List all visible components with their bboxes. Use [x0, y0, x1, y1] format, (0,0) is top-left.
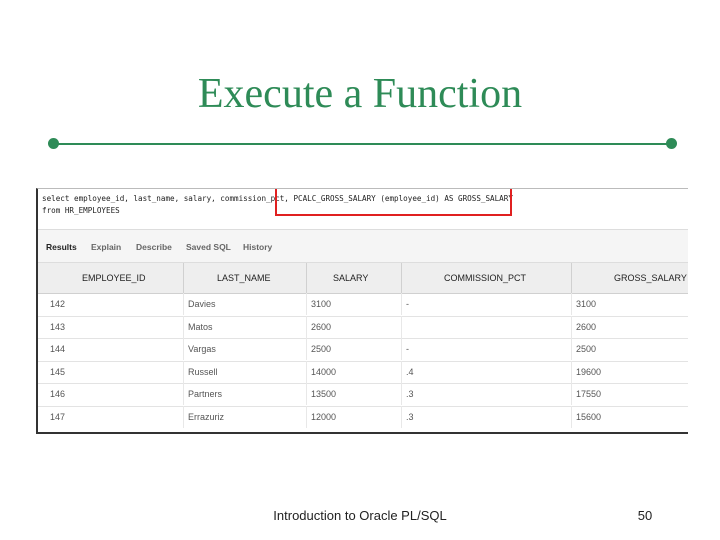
slide-page-number: 50 [637, 508, 653, 523]
cell-employee-id: 142 [50, 299, 66, 309]
cell-employee-id: 146 [50, 389, 66, 399]
table-row[interactable]: 145 Russell 14000 .4 19600 [38, 360, 688, 384]
cell-gross-salary: 2500 [571, 338, 688, 360]
cell-salary: 3100 [306, 293, 401, 315]
cell-commission-pct: .3 [401, 405, 571, 428]
cell-last-name: Partners [183, 383, 306, 405]
title-divider [54, 143, 672, 145]
tab-explain[interactable]: Explain [91, 242, 121, 252]
table-row[interactable]: 143 Matos 2600 2600 [38, 315, 688, 339]
function-call-highlight [275, 189, 512, 216]
table-row[interactable]: 142 Davies 3100 - 3100 [38, 293, 688, 317]
tab-describe[interactable]: Describe [136, 242, 172, 252]
cell-salary: 2600 [306, 315, 401, 338]
cell-last-name: Davies [183, 293, 306, 315]
cell-commission-pct: - [401, 293, 571, 315]
cell-employee-id: 144 [50, 344, 66, 354]
column-header-salary[interactable]: SALARY [306, 263, 401, 293]
results-grid-header: EMPLOYEE_ID LAST_NAME SALARY COMMISSION_… [38, 263, 688, 294]
column-header-gross-salary[interactable]: GROSS_SALARY [571, 263, 688, 293]
column-header-last-name[interactable]: LAST_NAME [183, 263, 306, 293]
cell-employee-id: 143 [50, 321, 66, 332]
cell-gross-salary: 3100 [571, 293, 688, 315]
column-header-employee-id[interactable]: EMPLOYEE_ID [38, 263, 183, 293]
table-row[interactable]: 147 Errazuriz 12000 .3 15600 [38, 405, 688, 429]
cell-employee-id: 147 [50, 411, 66, 422]
cell-gross-salary: 17550 [571, 383, 688, 405]
cell-salary: 12000 [306, 405, 401, 428]
cell-gross-salary: 15600 [571, 405, 688, 428]
cell-salary: 14000 [306, 360, 401, 383]
sql-workshop-screenshot: select employee_id, last_name, salary, c… [36, 188, 688, 434]
cell-salary: 13500 [306, 383, 401, 405]
cell-last-name: Vargas [183, 338, 306, 360]
divider-left-dot [48, 138, 59, 149]
cell-employee-id: 145 [50, 366, 66, 377]
cell-commission-pct: - [401, 338, 571, 360]
cell-gross-salary: 2600 [571, 315, 688, 338]
cell-commission-pct: .3 [401, 383, 571, 405]
tab-history[interactable]: History [243, 242, 272, 252]
tab-results[interactable]: Results [46, 242, 77, 252]
cell-gross-salary: 19600 [571, 360, 688, 383]
tab-saved-sql[interactable]: Saved SQL [186, 242, 231, 252]
cell-last-name: Matos [183, 315, 306, 338]
table-row[interactable]: 146 Partners 13500 .3 17550 [38, 383, 688, 407]
cell-last-name: Russell [183, 360, 306, 383]
column-header-commission-pct[interactable]: COMMISSION_PCT [401, 263, 571, 293]
divider-right-dot [666, 138, 677, 149]
cell-last-name: Errazuriz [183, 405, 306, 428]
cell-salary: 2500 [306, 338, 401, 360]
table-row[interactable]: 144 Vargas 2500 - 2500 [38, 338, 688, 362]
cell-commission-pct: .4 [401, 360, 571, 383]
slide-footer: Introduction to Oracle PL/SQL [273, 508, 447, 523]
slide-title: Execute a Function [197, 71, 523, 117]
results-tabs-bar: Results Explain Describe Saved SQL Histo… [38, 229, 688, 263]
cell-commission-pct [401, 315, 571, 338]
